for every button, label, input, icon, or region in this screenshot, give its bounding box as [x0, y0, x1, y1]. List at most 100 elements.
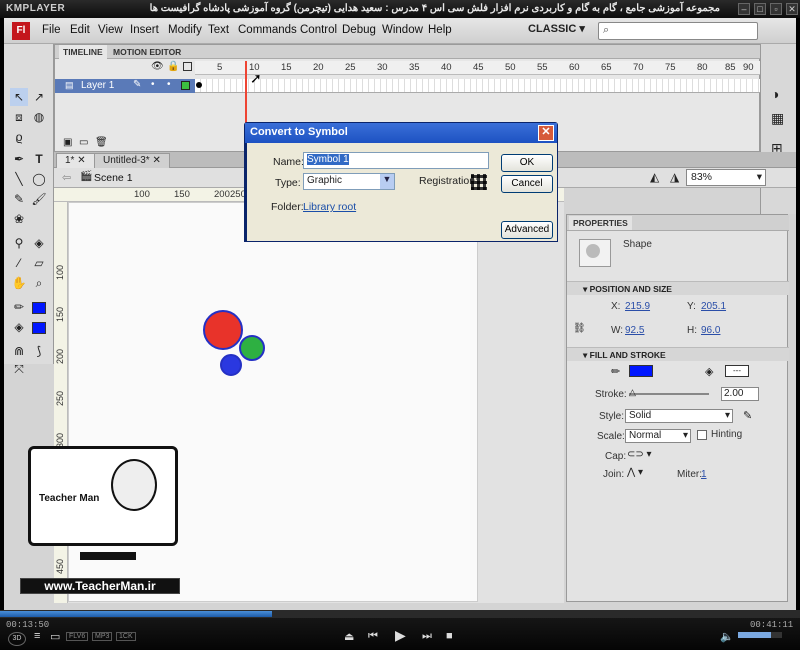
folder-link[interactable]: Library root: [303, 201, 356, 213]
play-icon[interactable]: ▶: [395, 627, 406, 644]
frame-grid[interactable]: [195, 79, 761, 93]
straighten-icon[interactable]: ⤧: [10, 360, 28, 378]
x-value[interactable]: 215.9: [625, 301, 650, 312]
menu-control[interactable]: Control: [300, 24, 337, 36]
delete-layer-icon[interactable]: 🗑: [95, 137, 108, 148]
speaker-icon[interactable]: 🔈: [720, 630, 734, 643]
doc-tab-untitled[interactable]: Untitled-3* ✕: [94, 153, 170, 168]
green-circle-shape[interactable]: [239, 335, 265, 361]
back-arrow-icon[interactable]: ⇦: [62, 171, 71, 184]
pencil-tool-icon[interactable]: ✎: [10, 190, 28, 208]
lock-icon[interactable]: 🔒: [167, 61, 179, 72]
tab-motion-editor[interactable]: MOTION EDITOR: [109, 45, 185, 59]
dialog-title-bar[interactable]: Convert to Symbol ✕: [245, 123, 557, 143]
paint-bucket-tool-icon[interactable]: ◈: [30, 234, 48, 252]
snap-to-objects-icon[interactable]: ⋒: [10, 342, 28, 360]
bone-tool-icon[interactable]: ⚲: [10, 234, 28, 252]
stroke-color-chip[interactable]: [629, 365, 653, 377]
swatches-panel-icon[interactable]: ▦: [771, 110, 784, 127]
3d-rotation-tool-icon[interactable]: ◍: [30, 108, 48, 126]
oval-tool-icon[interactable]: ◯: [30, 170, 48, 188]
brush-tool-icon[interactable]: 🖌: [30, 190, 48, 208]
fill-color-icon[interactable]: ◈: [10, 318, 28, 336]
cap-select[interactable]: ⊂⊃ ▾: [627, 449, 652, 460]
close-icon[interactable]: ✕: [786, 3, 798, 15]
minimize-icon[interactable]: –: [738, 3, 750, 15]
fill-stroke-section[interactable]: ▾ FILL AND STROKE: [567, 347, 789, 361]
stroke-slider-thumb[interactable]: △: [629, 387, 636, 398]
maximize-icon[interactable]: □: [754, 3, 766, 15]
tab-properties[interactable]: PROPERTIES: [569, 216, 632, 230]
menu-help[interactable]: Help: [428, 24, 452, 36]
ok-button[interactable]: OK: [501, 154, 553, 172]
eraser-tool-icon[interactable]: ▱: [30, 254, 48, 272]
edit-symbols-icon[interactable]: ◮: [670, 170, 679, 184]
kmplayer-logo[interactable]: KMPLAYER: [6, 3, 65, 14]
cancel-button[interactable]: Cancel: [501, 175, 553, 193]
scale-select[interactable]: Normal ▾: [625, 429, 691, 443]
h-value[interactable]: 96.0: [701, 325, 720, 336]
seek-bar[interactable]: [0, 610, 800, 618]
stroke-color-swatch[interactable]: [32, 302, 46, 314]
keyframe-icon[interactable]: [196, 82, 202, 88]
visibility-dot-icon[interactable]: •: [151, 79, 155, 90]
chevron-down-icon[interactable]: ▼: [380, 174, 394, 189]
fill-color-swatch[interactable]: [32, 322, 46, 334]
frame-ruler[interactable]: 5 10 15 20 25 30 35 40 45 50 55 60 65 70…: [195, 61, 761, 75]
playlist-icon[interactable]: ▭: [50, 630, 60, 643]
subselection-tool-icon[interactable]: ↗: [30, 88, 48, 106]
workspace-switcher[interactable]: CLASSIC ▾: [528, 22, 590, 40]
symbol-type-select[interactable]: Graphic ▼: [303, 173, 395, 190]
outline-icon[interactable]: [183, 62, 192, 71]
menu-edit[interactable]: Edit: [70, 24, 90, 36]
y-value[interactable]: 205.1: [701, 301, 726, 312]
pen-tool-icon[interactable]: ✒: [10, 150, 28, 168]
help-search-input[interactable]: ⌕: [598, 22, 758, 40]
eject-icon[interactable]: ⏏: [344, 630, 354, 643]
stroke-slider[interactable]: [629, 393, 709, 395]
advanced-button[interactable]: Advanced: [501, 221, 553, 239]
close-icon[interactable]: ✕: [538, 125, 554, 141]
restore-icon[interactable]: ▫: [770, 3, 782, 15]
miter-value[interactable]: 1: [701, 469, 707, 480]
scene-label[interactable]: Scene 1: [94, 172, 133, 184]
text-tool-icon[interactable]: T: [30, 150, 48, 168]
hand-tool-icon[interactable]: ✋: [10, 274, 28, 292]
join-select[interactable]: ⋀ ▾: [627, 467, 643, 478]
edit-stroke-style-icon[interactable]: ✎: [743, 409, 752, 422]
registration-grid-icon[interactable]: [471, 174, 487, 190]
stroke-input[interactable]: 2.00: [721, 387, 759, 401]
w-value[interactable]: 92.5: [625, 325, 644, 336]
tab-timeline[interactable]: TIMELINE: [59, 45, 107, 59]
color-panel-icon[interactable]: ◑: [771, 86, 779, 102]
red-circle-shape[interactable]: [203, 310, 243, 350]
symbol-name-input[interactable]: Symbol 1: [303, 152, 489, 169]
selection-tool-icon[interactable]: ↖: [10, 88, 28, 106]
fill-color-chip[interactable]: ---: [725, 365, 749, 377]
next-icon[interactable]: ⏭: [422, 630, 432, 643]
menu-file[interactable]: File: [42, 24, 61, 36]
menu-icon[interactable]: ≡: [34, 630, 40, 642]
line-tool-icon[interactable]: ╲: [10, 170, 28, 188]
position-size-section[interactable]: ▾ POSITION AND SIZE: [567, 281, 789, 295]
eyedropper-tool-icon[interactable]: ⁄: [10, 254, 28, 272]
zoom-tool-icon[interactable]: ⌕: [30, 274, 48, 292]
stroke-color-icon[interactable]: ✏: [10, 298, 28, 316]
hinting-checkbox[interactable]: [697, 430, 707, 440]
menu-window[interactable]: Window: [382, 24, 423, 36]
menu-debug[interactable]: Debug: [342, 24, 376, 36]
volume-slider[interactable]: [738, 632, 782, 638]
edit-scene-icon[interactable]: ◭: [650, 170, 659, 184]
new-folder-icon[interactable]: ▭: [79, 137, 88, 148]
menu-view[interactable]: View: [98, 24, 123, 36]
deco-tool-icon[interactable]: ❀: [10, 210, 28, 228]
menu-text[interactable]: Text: [208, 24, 229, 36]
smooth-icon[interactable]: ⟆: [30, 342, 48, 360]
zoom-select[interactable]: 83% ▾: [686, 169, 766, 186]
doc-tab-1[interactable]: 1* ✕: [56, 153, 95, 168]
menu-insert[interactable]: Insert: [130, 24, 159, 36]
outline-color-icon[interactable]: [181, 81, 190, 90]
lasso-tool-icon[interactable]: ϱ: [10, 128, 28, 146]
lock-dot-icon[interactable]: •: [167, 79, 171, 90]
menu-commands[interactable]: Commands: [238, 24, 297, 36]
